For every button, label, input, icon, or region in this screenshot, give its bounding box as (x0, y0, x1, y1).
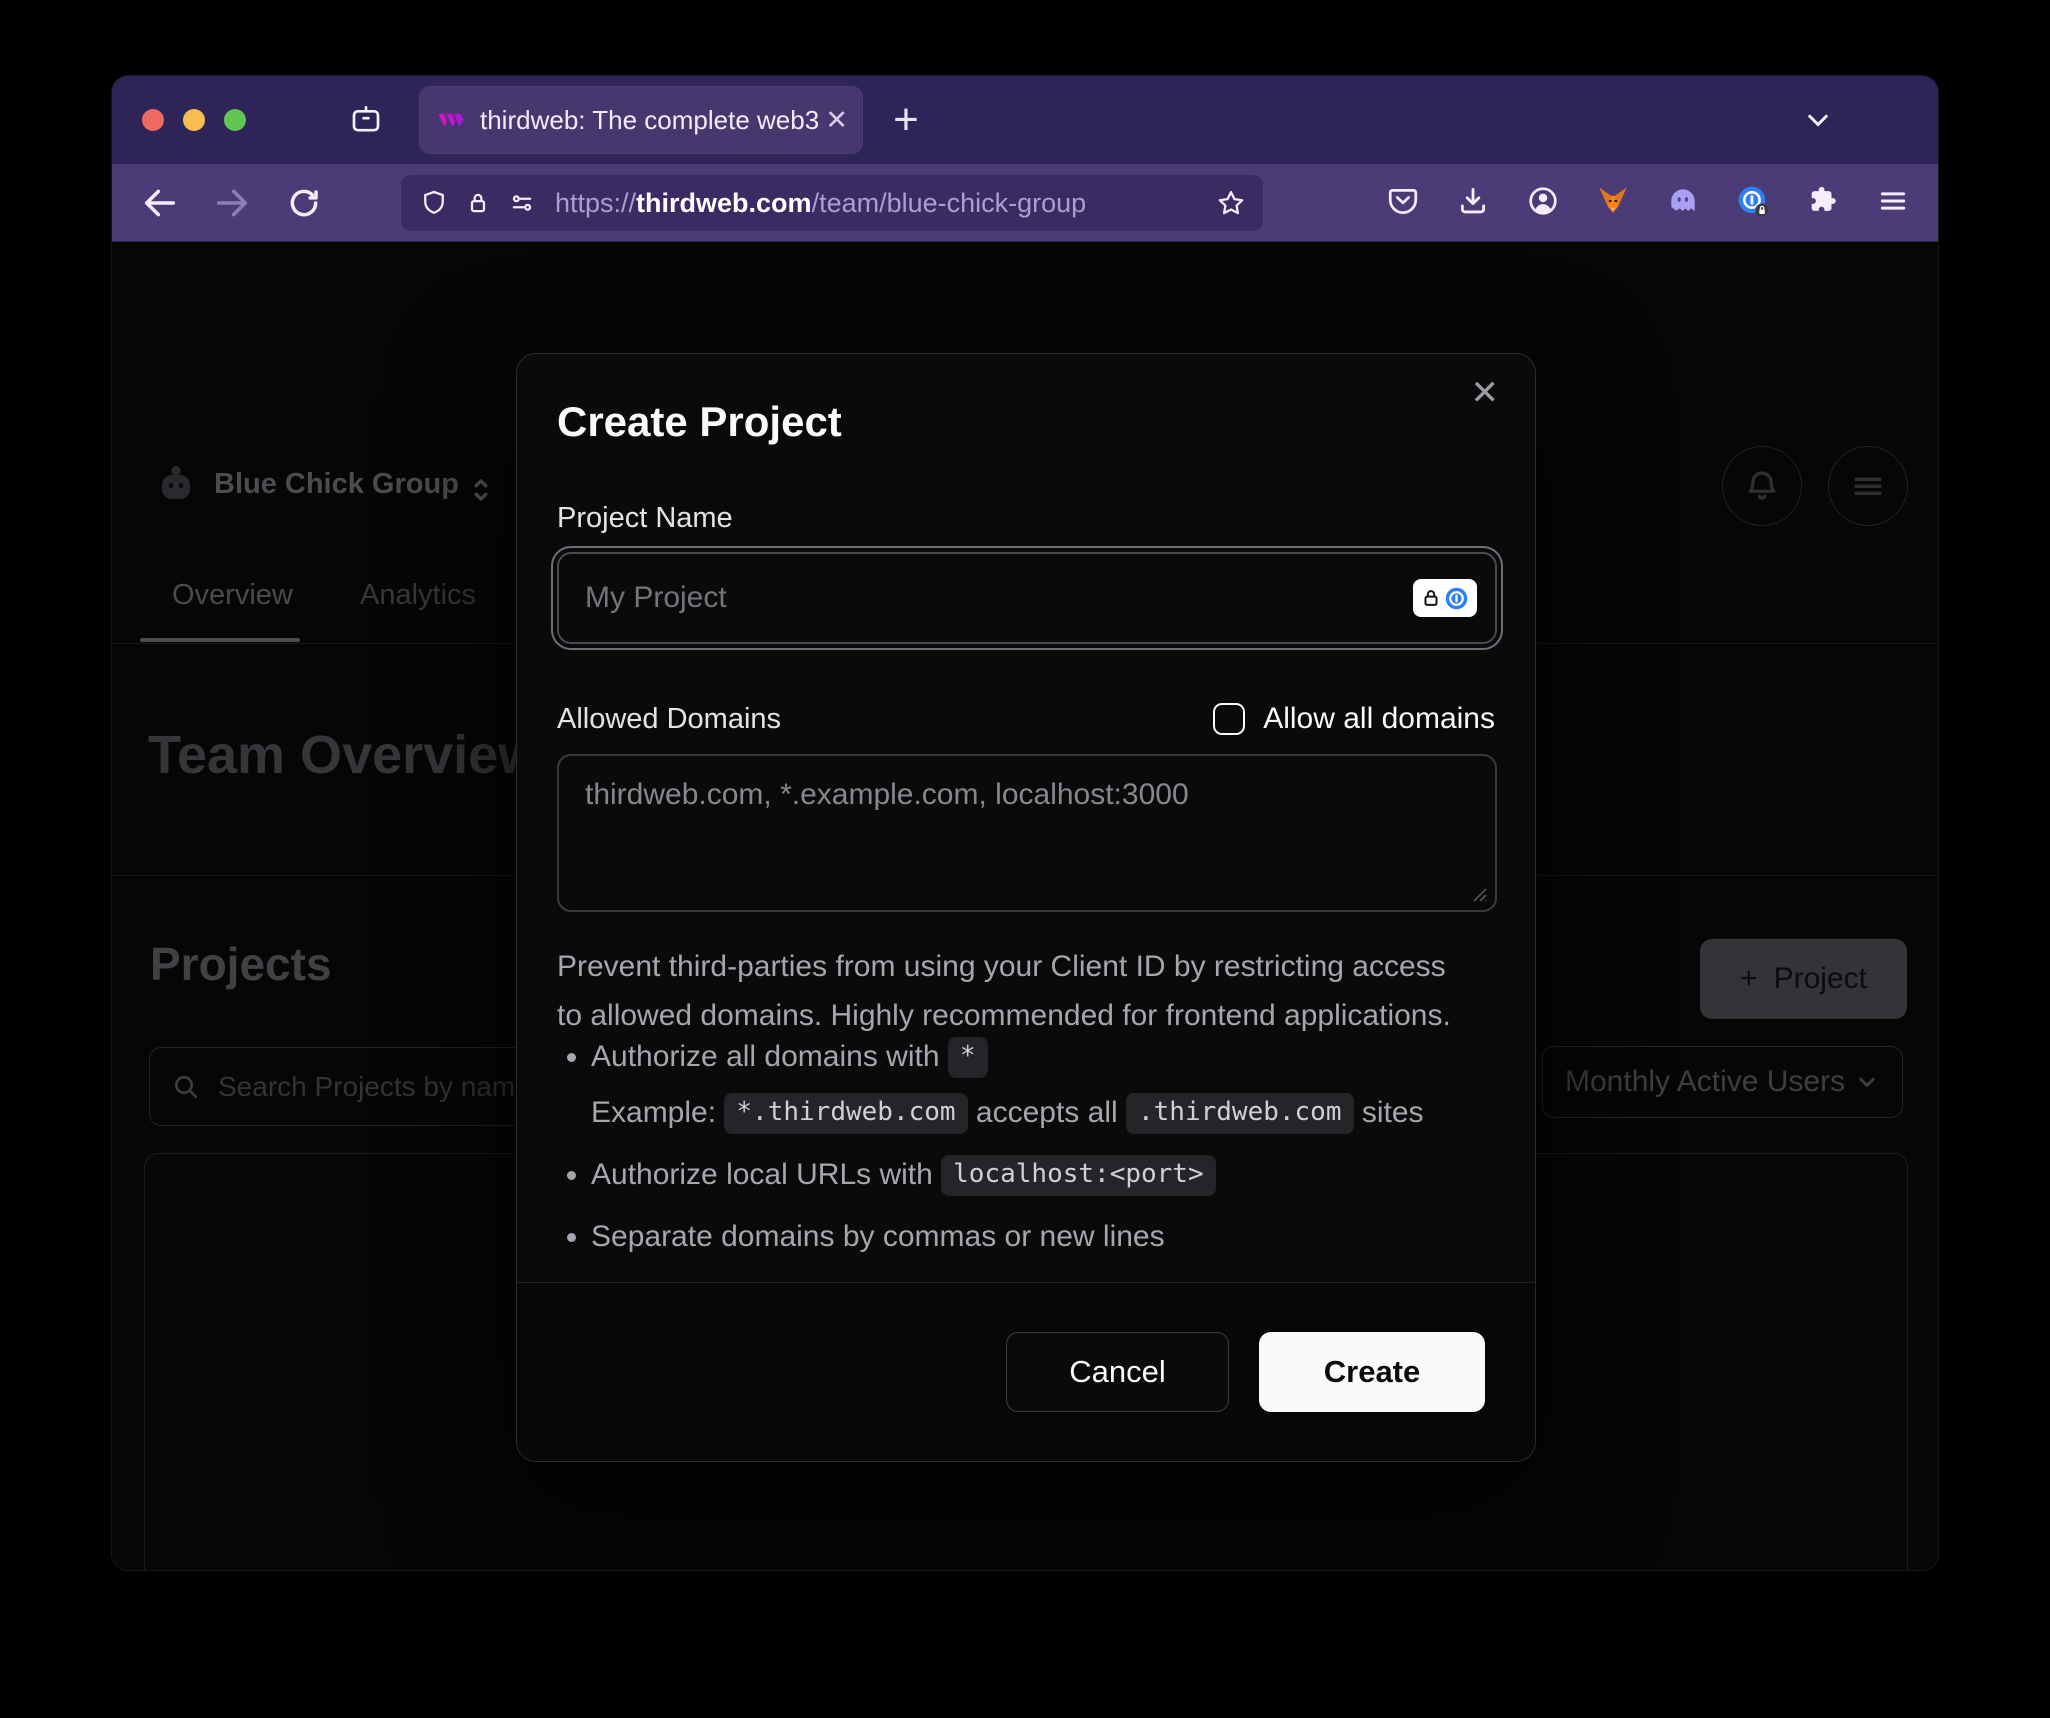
url-path: /team/blue-chick-group (812, 188, 1087, 218)
code-chip-domain: .thirdweb.com (1126, 1093, 1354, 1134)
allowed-domains-description: Prevent third-parties from using your Cl… (557, 942, 1451, 1040)
downloads-icon[interactable] (1456, 184, 1490, 218)
bullet-2-text: Authorize local URLs with (591, 1158, 933, 1191)
pocket-icon[interactable] (1386, 184, 1420, 218)
url-text: https://thirdweb.com/team/blue-chick-gro… (555, 188, 1215, 219)
plus-icon: + (1740, 962, 1758, 996)
example-suffix-text: sites (1362, 1096, 1424, 1129)
window-controls (142, 109, 246, 131)
modal-footer: Cancel Create (517, 1282, 1535, 1461)
zoom-window-button[interactable] (224, 109, 246, 131)
sort-dropdown-label: Monthly Active Users (1565, 1065, 1852, 1099)
forward-button[interactable] (212, 183, 252, 223)
page-title: Team Overview (148, 724, 540, 786)
browser-navbar: https://thirdweb.com/team/blue-chick-gro… (112, 164, 1938, 242)
allow-all-domains-checkbox[interactable] (1213, 703, 1245, 735)
tab-analytics[interactable]: Analytics (360, 579, 476, 612)
cancel-button[interactable]: Cancel (1006, 1332, 1229, 1412)
onepassword-badge-icon (1443, 585, 1470, 612)
tab-title: thirdweb: The complete web3 d (480, 105, 819, 136)
bullet-1-example: Example: *.thirdweb.com accepts all .thi… (591, 1090, 1505, 1136)
tab-close-icon[interactable]: ✕ (819, 107, 848, 134)
back-button[interactable] (140, 183, 180, 223)
create-project-modal: ✕ Create Project Project Name Allowed Do… (516, 353, 1536, 1462)
browser-tab[interactable]: thirdweb: The complete web3 d ✕ (420, 87, 862, 153)
hamburger-icon (1848, 466, 1888, 506)
bullet-3-text: Separate domains by commas or new lines (591, 1220, 1165, 1253)
extensions-puzzle-icon[interactable] (1806, 184, 1840, 218)
allowed-domains-label: Allowed Domains (557, 703, 781, 736)
chevron-down-icon (1852, 1067, 1882, 1097)
tracking-shield-icon[interactable] (419, 188, 449, 218)
modal-close-button[interactable]: ✕ (1471, 376, 1500, 410)
project-name-input[interactable] (557, 552, 1497, 644)
team-switcher-chevrons-icon (464, 468, 498, 512)
bullet-authorize-local: Authorize local URLs with localhost:<por… (591, 1152, 1505, 1198)
modal-title: Create Project (557, 398, 842, 446)
minimize-window-button[interactable] (183, 109, 205, 131)
example-mid-text: accepts all (976, 1096, 1118, 1129)
browser-titlebar: thirdweb: The complete web3 d ✕ + (112, 76, 1938, 164)
notifications-bell-button[interactable] (1722, 446, 1802, 526)
bullet-1-text: Authorize all domains with (591, 1040, 940, 1073)
active-tab-underline (140, 638, 300, 642)
search-icon (170, 1071, 202, 1103)
team-avatar (152, 461, 200, 509)
projects-heading: Projects (150, 937, 332, 991)
url-bar[interactable]: https://thirdweb.com/team/blue-chick-gro… (401, 175, 1263, 231)
onepassword-autofill-icon[interactable] (1413, 579, 1477, 617)
description-line-1: Prevent third-parties from using your Cl… (557, 942, 1451, 991)
create-button[interactable]: Create (1259, 1332, 1485, 1412)
url-host: thirdweb.com (636, 188, 812, 218)
sort-dropdown[interactable]: Monthly Active Users (1542, 1046, 1903, 1118)
toolbar-icons (1386, 184, 1910, 218)
code-chip-wildcard-domain: *.thirdweb.com (724, 1093, 967, 1134)
onepassword-icon[interactable] (1736, 184, 1770, 218)
url-scheme: https:// (555, 188, 636, 218)
page-menu-button[interactable] (1828, 446, 1908, 526)
description-line-2: to allowed domains. Highly recommended f… (557, 991, 1451, 1040)
code-chip-localhost: localhost:<port> (941, 1155, 1215, 1196)
add-project-button[interactable]: + Project (1700, 939, 1907, 1019)
allow-all-domains-label: Allow all domains (1263, 702, 1495, 736)
team-name: Blue Chick Group (214, 468, 459, 501)
menu-hamburger-icon[interactable] (1876, 184, 1910, 218)
project-name-label: Project Name (557, 502, 733, 535)
bookmark-star-icon[interactable] (1215, 187, 1247, 219)
bell-icon (1741, 465, 1783, 507)
example-label: Example: (591, 1096, 716, 1129)
tab-overview[interactable]: Overview (172, 579, 293, 612)
add-project-label: Project (1774, 962, 1867, 996)
allowed-domains-textarea[interactable] (557, 754, 1497, 912)
phantom-icon[interactable] (1666, 184, 1700, 218)
close-window-button[interactable] (142, 109, 164, 131)
new-tab-button[interactable]: + (878, 90, 934, 150)
bullet-separate-domains: Separate domains by commas or new lines (591, 1214, 1505, 1260)
resize-handle-icon[interactable] (1469, 884, 1489, 904)
account-icon[interactable] (1526, 184, 1560, 218)
connection-lock-icon[interactable] (463, 188, 493, 218)
allow-all-domains-group: Allow all domains (1213, 702, 1495, 736)
tab-overview-icon[interactable] (348, 102, 384, 138)
thirdweb-favicon-icon (436, 105, 466, 135)
allowed-domains-bullets: Authorize all domains with * Example: *.… (557, 1034, 1505, 1276)
bullet-authorize-all: Authorize all domains with * Example: *.… (591, 1034, 1505, 1136)
reload-button[interactable] (284, 183, 324, 223)
permissions-icon[interactable] (507, 188, 537, 218)
browser-window: thirdweb: The complete web3 d ✕ + (112, 76, 1938, 1570)
lock-icon (1420, 587, 1442, 609)
metamask-icon[interactable] (1596, 184, 1630, 218)
code-chip-asterisk: * (948, 1037, 988, 1078)
tab-overflow-chevron-icon[interactable] (1800, 102, 1836, 138)
